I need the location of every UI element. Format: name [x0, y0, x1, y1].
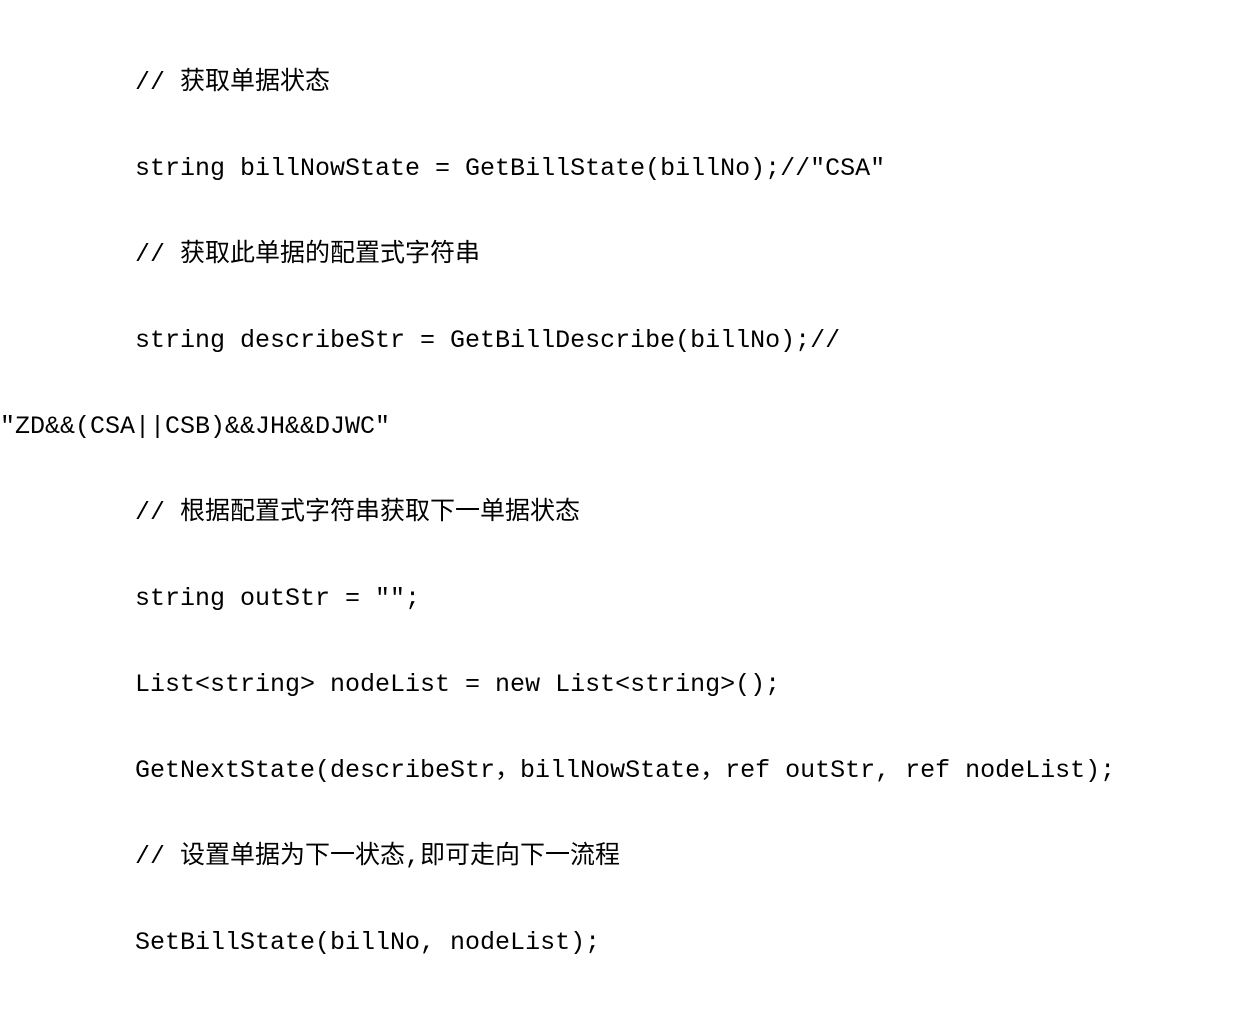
code-text: List<string> nodeList = new List<string>…	[135, 670, 780, 699]
code-text: GetNextState(describeStr，billNowState，re…	[135, 756, 1115, 785]
code-text: // 设置单据为下一状态,即可走向下一流程	[135, 842, 620, 871]
code-text: // 获取此单据的配置式字符串	[135, 240, 480, 269]
code-line: SetBillState(billNo, nodeList);	[0, 921, 1240, 964]
code-text: string billNowState = GetBillState(billN…	[135, 154, 885, 183]
code-text: string outStr = "";	[135, 584, 420, 613]
code-line: // 获取此单据的配置式字符串	[0, 233, 1240, 276]
code-text: // 根据配置式字符串获取下一单据状态	[135, 498, 580, 527]
code-text: SetBillState(billNo, nodeList);	[135, 928, 600, 957]
code-line: // 设置单据为下一状态,即可走向下一流程	[0, 835, 1240, 878]
code-line: // 获取单据状态	[0, 61, 1240, 104]
code-text: string describeStr = GetBillDescribe(bil…	[135, 326, 840, 355]
code-line: "ZD&&(CSA||CSB)&&JH&&DJWC"	[0, 405, 1240, 448]
code-line: // 根据配置式字符串获取下一单据状态	[0, 491, 1240, 534]
code-line: string describeStr = GetBillDescribe(bil…	[0, 319, 1240, 362]
code-line: string billNowState = GetBillState(billN…	[0, 147, 1240, 190]
code-line: string outStr = "";	[0, 577, 1240, 620]
code-text: "ZD&&(CSA||CSB)&&JH&&DJWC"	[0, 412, 390, 441]
code-text: // 获取单据状态	[135, 68, 330, 97]
code-line: GetNextState(describeStr，billNowState，re…	[0, 749, 1240, 792]
code-line: List<string> nodeList = new List<string>…	[0, 663, 1240, 706]
code-block: // 获取单据状态 string billNowState = GetBillS…	[0, 18, 1240, 1007]
